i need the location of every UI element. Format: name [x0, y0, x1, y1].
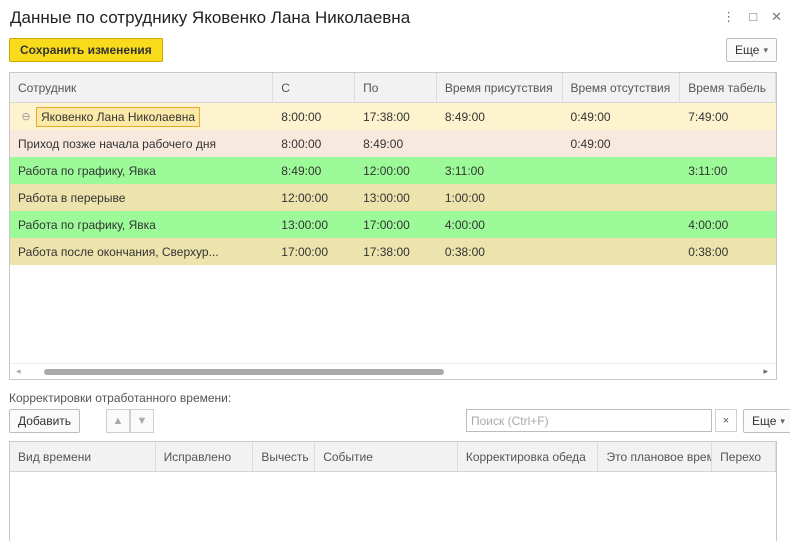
column-header[interactable]: Вычесть — [253, 442, 316, 471]
column-header[interactable]: Сотрудник — [10, 73, 274, 102]
cell-present: 8:49:00 — [444, 109, 485, 124]
scroll-right-icon[interactable]: ▸ — [763, 366, 768, 377]
chevron-down-icon: ▾ — [780, 415, 785, 426]
column-header[interactable]: Время табель — [680, 73, 776, 102]
maximize-icon[interactable]: □ — [749, 9, 757, 25]
clear-search-icon[interactable]: × — [715, 409, 737, 432]
cell-from: 8:00:00 — [281, 136, 322, 151]
column-header[interactable]: Событие — [315, 442, 458, 471]
more-label: Еще — [735, 43, 760, 57]
column-header[interactable]: Время отсутствия — [563, 73, 681, 102]
cell-from: 8:00:00 — [281, 109, 322, 124]
column-header[interactable]: Это плановое время — [598, 442, 713, 471]
close-icon[interactable]: ✕ — [771, 9, 782, 25]
save-changes-button[interactable]: Сохранить изменения — [9, 38, 163, 62]
cell-present: 0:38:00 — [444, 244, 485, 259]
cell-to: 13:00:00 — [363, 190, 410, 205]
chevron-down-icon: ▾ — [763, 44, 768, 55]
column-header[interactable]: С — [273, 73, 356, 102]
cell-to: 8:49:00 — [363, 136, 404, 151]
employee-time-table: Сотрудник С По Время присутствия Время о… — [9, 72, 777, 380]
cell-from: 13:00:00 — [281, 217, 328, 232]
column-header[interactable]: По — [355, 73, 437, 102]
scroll-left-icon[interactable]: ◂ — [16, 366, 21, 377]
column-header[interactable]: Перехо — [712, 442, 776, 471]
table-row[interactable]: Работа в перерыве 12:00:00 13:00:00 1:00… — [10, 184, 776, 211]
more-button-bottom[interactable]: Еще ▾ — [743, 409, 790, 433]
search-placeholder: Поиск (Ctrl+F) — [471, 413, 549, 428]
cell-from: 17:00:00 — [281, 244, 328, 259]
cell-to: 17:38:00 — [363, 109, 410, 124]
column-header[interactable]: Вид времени — [10, 442, 156, 471]
table-header: Сотрудник С По Время присутствия Время о… — [10, 73, 776, 103]
page-title: Данные по сотруднику Яковенко Лана Никол… — [10, 8, 411, 27]
move-down-icon[interactable]: ▼ — [130, 409, 154, 433]
move-up-icon[interactable]: ▲ — [106, 409, 130, 433]
move-buttons: ▲ ▼ — [106, 409, 154, 433]
more-label: Еще — [752, 414, 777, 428]
corrections-table: Вид времени Исправлено Вычесть Событие К… — [9, 441, 777, 541]
cell-tabel: 3:11:00 — [688, 163, 728, 178]
corrections-label: Корректировки отработанного времени: — [9, 391, 232, 405]
cell-to: 17:38:00 — [363, 244, 410, 259]
cell-to: 17:00:00 — [363, 217, 410, 232]
cell-tabel: 0:38:00 — [688, 244, 729, 259]
table-header: Вид времени Исправлено Вычесть Событие К… — [10, 442, 776, 472]
window-controls: ⋮ □ ✕ — [722, 9, 782, 25]
search-input[interactable]: Поиск (Ctrl+F) — [466, 409, 712, 432]
cell-tabel: 7:49:00 — [688, 109, 729, 124]
more-actions-icon[interactable]: ⋮ — [722, 9, 735, 25]
column-header[interactable]: Исправлено — [156, 442, 254, 471]
cell-present: 4:00:00 — [444, 217, 485, 232]
column-header[interactable]: Время присутствия — [437, 73, 563, 102]
table-row[interactable]: Работа после окончания, Сверхур... 17:00… — [10, 238, 776, 265]
cell-present: 1:00:00 — [444, 190, 485, 205]
cell-employee: Работа после окончания, Сверхур... — [18, 244, 219, 259]
cell-from: 12:00:00 — [281, 190, 328, 205]
cell-absent: 0:49:00 — [570, 109, 611, 124]
table-row[interactable]: ⊖ Яковенко Лана Николаевна 8:00:00 17:38… — [10, 103, 776, 130]
cell-absent: 0:49:00 — [570, 136, 611, 151]
column-header[interactable]: Корректировка обеда — [458, 442, 599, 471]
cell-present: 3:11:00 — [444, 163, 485, 178]
cell-employee: Работа по графику, Явка — [18, 163, 156, 178]
more-button-top[interactable]: Еще ▾ — [726, 38, 777, 62]
table-row[interactable]: Работа по графику, Явка 13:00:00 17:00:0… — [10, 211, 776, 238]
collapse-icon[interactable]: ⊖ — [18, 109, 34, 125]
table-row[interactable]: Приход позже начала рабочего дня 8:00:00… — [10, 130, 776, 157]
add-button[interactable]: Добавить — [9, 409, 81, 433]
cell-from: 8:49:00 — [281, 163, 322, 178]
horizontal-scrollbar[interactable]: ◂ ▸ — [10, 363, 776, 379]
scrollbar-thumb[interactable] — [44, 369, 444, 375]
cell-employee: Работа по графику, Явка — [18, 217, 156, 232]
cell-employee: Приход позже начала рабочего дня — [18, 136, 216, 151]
table-row[interactable]: Работа по графику, Явка 8:49:00 12:00:00… — [10, 157, 776, 184]
employee-name[interactable]: Яковенко Лана Николаевна — [36, 106, 201, 127]
cell-tabel: 4:00:00 — [688, 217, 729, 232]
cell-to: 12:00:00 — [363, 163, 410, 178]
cell-employee: Работа в перерыве — [18, 190, 126, 205]
